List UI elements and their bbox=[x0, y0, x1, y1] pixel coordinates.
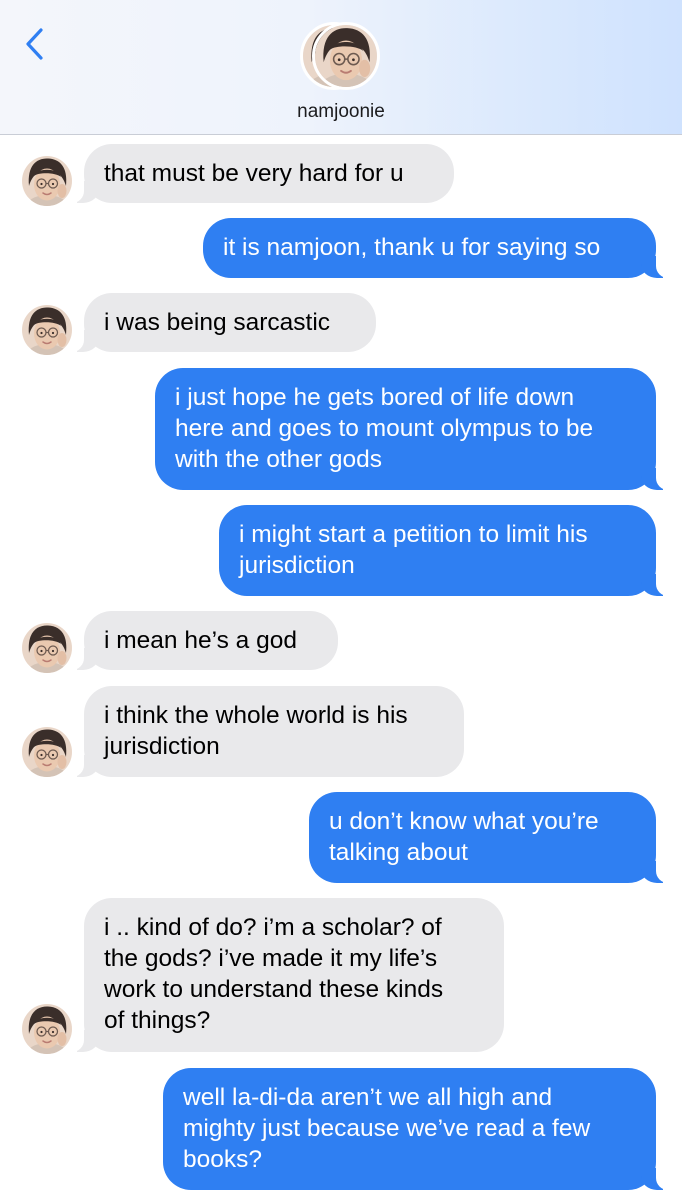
message-text: i was being sarcastic bbox=[104, 309, 331, 336]
message-text: i just hope he gets bored of life down h… bbox=[175, 384, 594, 473]
message-text: that must be very hard for u bbox=[104, 160, 404, 187]
received-message-bubble[interactable]: i .. kind of do? i’m a scholar? of the g… bbox=[72, 898, 504, 1052]
message-text: i mean he’s a god bbox=[104, 627, 297, 654]
sender-avatar bbox=[22, 156, 72, 206]
sender-avatar bbox=[22, 305, 72, 355]
message-text: it is namjoon, thank u for saying so bbox=[223, 234, 601, 261]
received-message-bubble[interactable]: i mean he’s a god bbox=[72, 611, 338, 670]
sent-message-bubble[interactable]: well la-di-da aren’t we all high and mig… bbox=[163, 1068, 668, 1190]
sender-avatar bbox=[22, 1004, 72, 1054]
contact-avatar[interactable] bbox=[298, 22, 388, 94]
received-message-bubble[interactable]: i think the whole world is his jurisdict… bbox=[72, 686, 464, 777]
sent-message-bubble[interactable]: i just hope he gets bored of life down h… bbox=[155, 368, 668, 490]
sent-message-bubble[interactable]: it is namjoon, thank u for saying so bbox=[203, 218, 668, 278]
message-text: well la-di-da aren’t we all high and mig… bbox=[183, 1084, 591, 1173]
contact-name[interactable]: namjoonie bbox=[0, 101, 682, 123]
sent-message-bubble[interactable]: i might start a petition to limit his ju… bbox=[219, 505, 668, 596]
message-text: i might start a petition to limit his ju… bbox=[239, 521, 588, 579]
received-message-bubble[interactable]: that must be very hard for u bbox=[72, 144, 454, 203]
sent-message-bubble[interactable]: u don’t know what you’re talking about bbox=[309, 792, 668, 883]
received-message-bubble[interactable]: i was being sarcastic bbox=[72, 293, 376, 352]
contact-avatar-photo bbox=[312, 22, 380, 90]
sender-avatar bbox=[22, 623, 72, 673]
conversation-header: namjoonie bbox=[0, 0, 682, 135]
message-text: i .. kind of do? i’m a scholar? of the g… bbox=[104, 914, 444, 1034]
message-text: u don’t know what you’re talking about bbox=[329, 808, 599, 866]
message-text: i think the whole world is his jurisdict… bbox=[104, 702, 408, 760]
chevron-left-icon bbox=[26, 28, 43, 60]
sender-avatar bbox=[22, 727, 72, 777]
back-button[interactable] bbox=[22, 26, 50, 62]
